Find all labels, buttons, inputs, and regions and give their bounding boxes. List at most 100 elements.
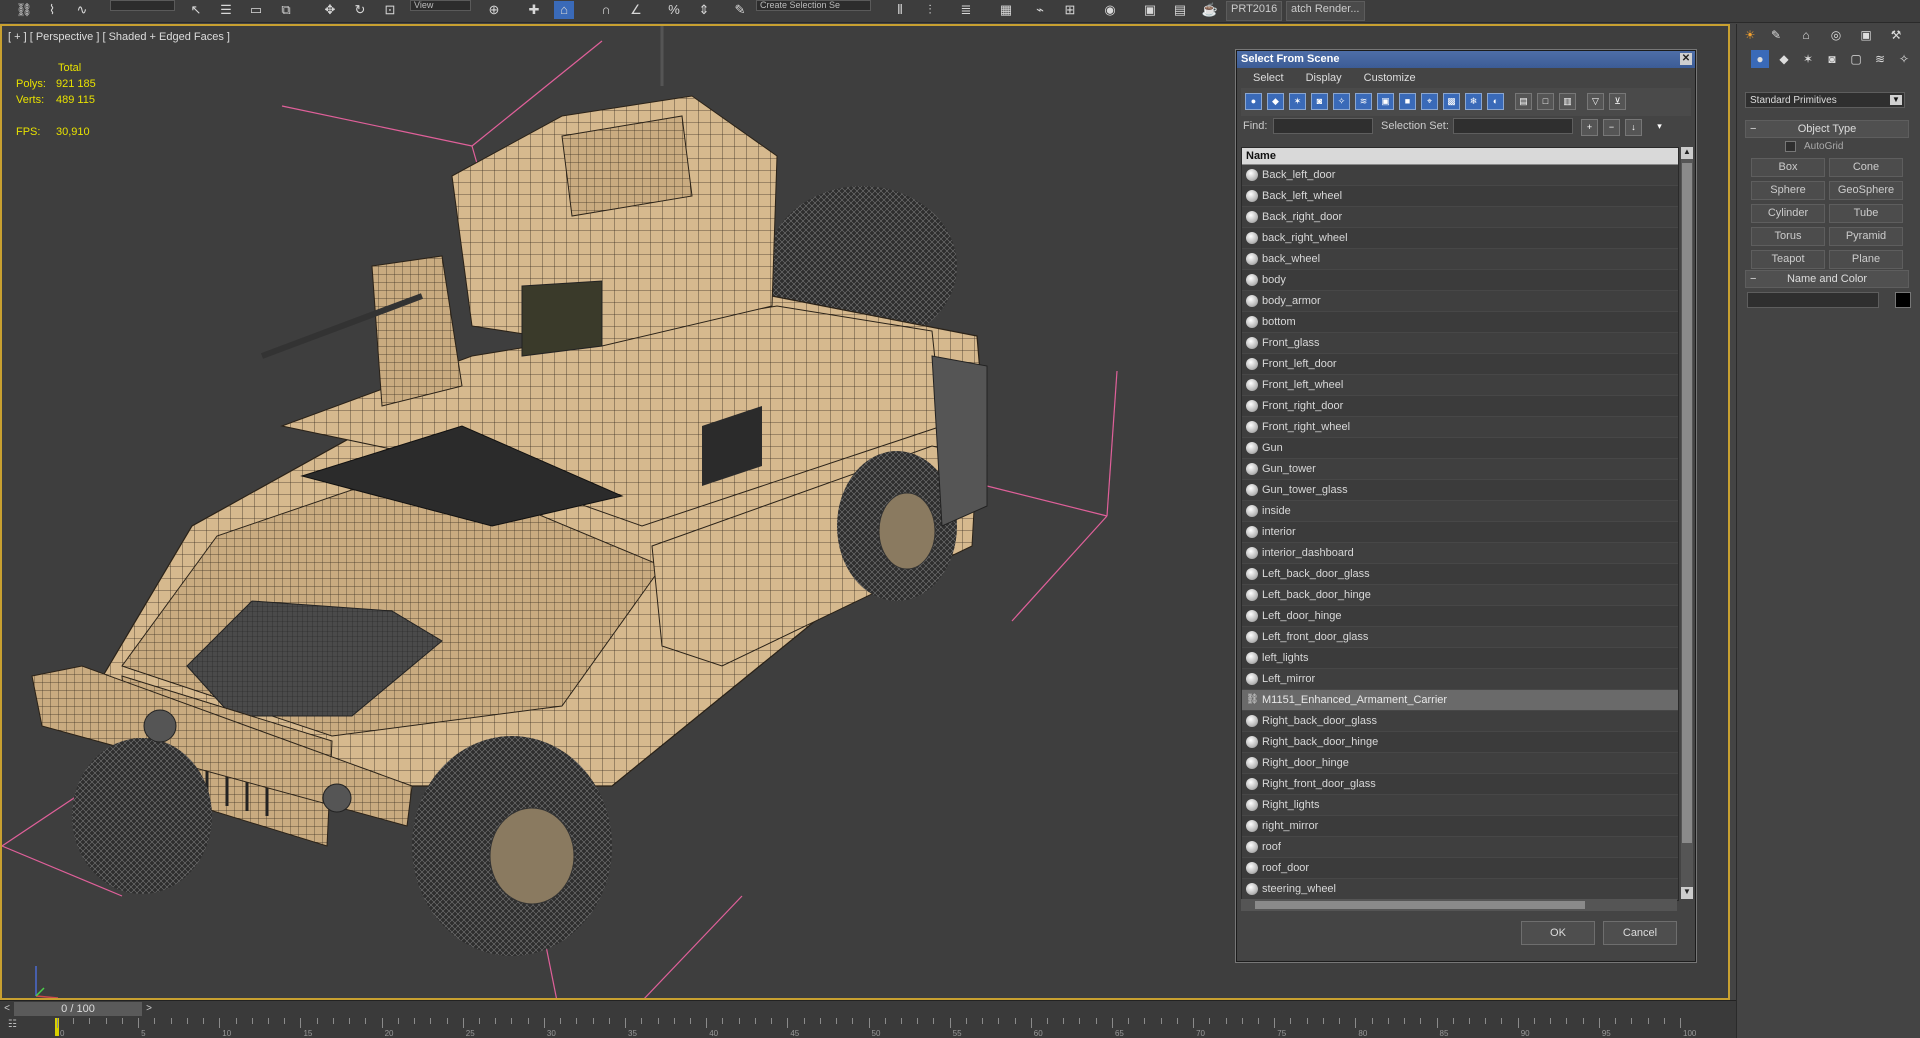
display-invert-icon[interactable]: ▥ xyxy=(1559,93,1576,110)
shapes-icon[interactable]: ◆ xyxy=(1775,50,1793,68)
list-item[interactable]: ⛓ M1151_Enhanced_Armament_Carrier xyxy=(1242,690,1678,711)
helpers-icon[interactable]: ▢ xyxy=(1847,50,1865,68)
find-input[interactable] xyxy=(1273,118,1373,134)
selection-filter-field[interactable] xyxy=(110,0,175,11)
teapot-button[interactable]: Teapot xyxy=(1751,250,1825,269)
unlink-icon[interactable]: ⌇ xyxy=(42,1,62,19)
list-item[interactable]: Right_lights xyxy=(1242,795,1678,816)
motion-tab-icon[interactable]: ▣ xyxy=(1857,26,1875,44)
modify-tab-icon[interactable]: ⌂ xyxy=(1797,26,1815,44)
list-item[interactable]: inside xyxy=(1242,501,1678,522)
display-shapes-icon[interactable]: ◆ xyxy=(1267,93,1284,110)
scroll-down-icon[interactable]: ▼ xyxy=(1681,887,1693,899)
list-item[interactable]: Right_front_door_glass xyxy=(1242,774,1678,795)
scene-object-list[interactable]: Name Back_left_door Back_left_wheel Back_r… xyxy=(1241,147,1679,901)
cameras-icon[interactable]: ◙ xyxy=(1823,50,1841,68)
display-cameras-icon[interactable]: ◙ xyxy=(1311,93,1328,110)
sort-filter-icon[interactable]: ⊻ xyxy=(1609,93,1626,110)
geosphere-button[interactable]: GeoSphere xyxy=(1829,181,1903,200)
horizontal-scrollbar[interactable] xyxy=(1241,899,1677,911)
horizontal-scroll-thumb[interactable] xyxy=(1255,901,1585,909)
display-bones-icon[interactable]: ⌖ xyxy=(1421,93,1438,110)
link-icon[interactable]: ⛓ xyxy=(14,1,34,19)
chevron-down-icon[interactable]: ▼ xyxy=(1890,95,1902,105)
autogrid-checkbox[interactable]: AutoGrid xyxy=(1745,138,1909,156)
display-all-icon[interactable]: ▤ xyxy=(1515,93,1532,110)
category-dropdown[interactable]: Standard Primitives ▼ xyxy=(1745,92,1905,108)
curve-editor-icon[interactable]: ⌁ xyxy=(1030,1,1050,19)
list-item[interactable]: Right_door_hinge xyxy=(1242,753,1678,774)
vertical-scroll-thumb[interactable] xyxy=(1682,163,1692,843)
select-object-icon[interactable]: ↖ xyxy=(186,1,206,19)
named-selection-set-field[interactable]: Create Selection Se xyxy=(756,0,871,11)
close-icon[interactable]: ✕ xyxy=(1680,53,1692,65)
cylinder-button[interactable]: Cylinder xyxy=(1751,204,1825,223)
select-by-name-icon[interactable]: ☰ xyxy=(216,1,236,19)
hierarchy-tab-icon[interactable]: ◎ xyxy=(1827,26,1845,44)
snap-toggle-icon[interactable]: ∩ xyxy=(596,1,616,19)
list-item[interactable]: bottom xyxy=(1242,312,1678,333)
prev-frame-icon[interactable]: < xyxy=(0,1002,14,1016)
expand-arrow-icon[interactable]: ▾ xyxy=(1651,119,1668,136)
tube-button[interactable]: Tube xyxy=(1829,204,1903,223)
systems-icon[interactable]: ✧ xyxy=(1895,50,1913,68)
time-slider[interactable]: 0 / 100 xyxy=(14,1002,142,1016)
rect-selection-icon[interactable]: ▭ xyxy=(246,1,266,19)
pyramid-button[interactable]: Pyramid xyxy=(1829,227,1903,246)
display-helpers-icon[interactable]: ✧ xyxy=(1333,93,1350,110)
cancel-button[interactable]: Cancel xyxy=(1603,921,1677,945)
display-geometry-icon[interactable]: ● xyxy=(1245,93,1262,110)
add-to-selection-set-icon[interactable]: ↓ xyxy=(1625,119,1642,136)
menu-customize[interactable]: Customize xyxy=(1364,68,1416,88)
keyboard-shortcut-icon[interactable]: ⌂ xyxy=(554,1,574,19)
sphere-button[interactable]: Sphere xyxy=(1751,181,1825,200)
layer-manager-icon[interactable]: ≣ xyxy=(956,1,976,19)
list-item[interactable]: Right_back_door_glass xyxy=(1242,711,1678,732)
list-item[interactable]: Back_left_wheel xyxy=(1242,186,1678,207)
angle-snap-icon[interactable]: ∠ xyxy=(626,1,646,19)
next-frame-icon[interactable]: > xyxy=(142,1002,156,1016)
plane-button[interactable]: Plane xyxy=(1829,250,1903,269)
percent-snap-icon[interactable]: % xyxy=(664,1,684,19)
list-item[interactable]: body xyxy=(1242,270,1678,291)
edit-named-selection-icon[interactable]: ✎ xyxy=(730,1,750,19)
list-item[interactable]: Back_right_door xyxy=(1242,207,1678,228)
select-manipulate-icon[interactable]: ✚ xyxy=(524,1,544,19)
pivot-icon[interactable]: ⊕ xyxy=(484,1,504,19)
cone-button[interactable]: Cone xyxy=(1829,158,1903,177)
list-item[interactable]: Left_front_door_glass xyxy=(1242,627,1678,648)
list-item[interactable]: Front_left_wheel xyxy=(1242,375,1678,396)
lights-icon[interactable]: ✶ xyxy=(1799,50,1817,68)
utilities-tab-icon[interactable]: ⚒ xyxy=(1887,26,1905,44)
display-frozen-icon[interactable]: ❄ xyxy=(1465,93,1482,110)
spacewarps-icon[interactable]: ≋ xyxy=(1871,50,1889,68)
list-item[interactable]: interior xyxy=(1242,522,1678,543)
render-setup-icon[interactable]: ▣ xyxy=(1140,1,1160,19)
name-and-color-header[interactable]: − Name and Color xyxy=(1745,270,1909,288)
mirror-icon[interactable]: ⫴ xyxy=(890,1,910,19)
schematic-view-icon[interactable]: ⊞ xyxy=(1060,1,1080,19)
list-item[interactable]: Front_left_door xyxy=(1242,354,1678,375)
scale-icon[interactable]: ⊡ xyxy=(380,1,400,19)
list-item[interactable]: body_armor xyxy=(1242,291,1678,312)
object-name-input[interactable] xyxy=(1747,292,1879,308)
menu-display[interactable]: Display xyxy=(1306,68,1342,88)
display-lights-icon[interactable]: ✶ xyxy=(1289,93,1306,110)
display-none-icon[interactable]: □ xyxy=(1537,93,1554,110)
geometry-icon[interactable]: ● xyxy=(1751,50,1769,68)
list-item[interactable]: interior_dashboard xyxy=(1242,543,1678,564)
object-type-header[interactable]: − Object Type xyxy=(1745,120,1909,138)
selection-set-dropdown[interactable] xyxy=(1453,118,1573,134)
bind-spacewarp-icon[interactable]: ∿ xyxy=(72,1,92,19)
display-groups-icon[interactable]: ▣ xyxy=(1377,93,1394,110)
list-item[interactable]: back_wheel xyxy=(1242,249,1678,270)
spinner-snap-icon[interactable]: ⇕ xyxy=(694,1,714,19)
list-item[interactable]: Right_back_door_hinge xyxy=(1242,732,1678,753)
mini-curve-editor-icon[interactable]: ☷ xyxy=(8,1019,17,1030)
torus-button[interactable]: Torus xyxy=(1751,227,1825,246)
sun-icon[interactable]: ☀ xyxy=(1741,26,1759,44)
rendered-frame-icon[interactable]: ▤ xyxy=(1170,1,1190,19)
list-item[interactable]: steering_wheel xyxy=(1242,879,1678,900)
name-column-header[interactable]: Name xyxy=(1242,148,1678,165)
list-item[interactable]: Left_back_door_hinge xyxy=(1242,585,1678,606)
